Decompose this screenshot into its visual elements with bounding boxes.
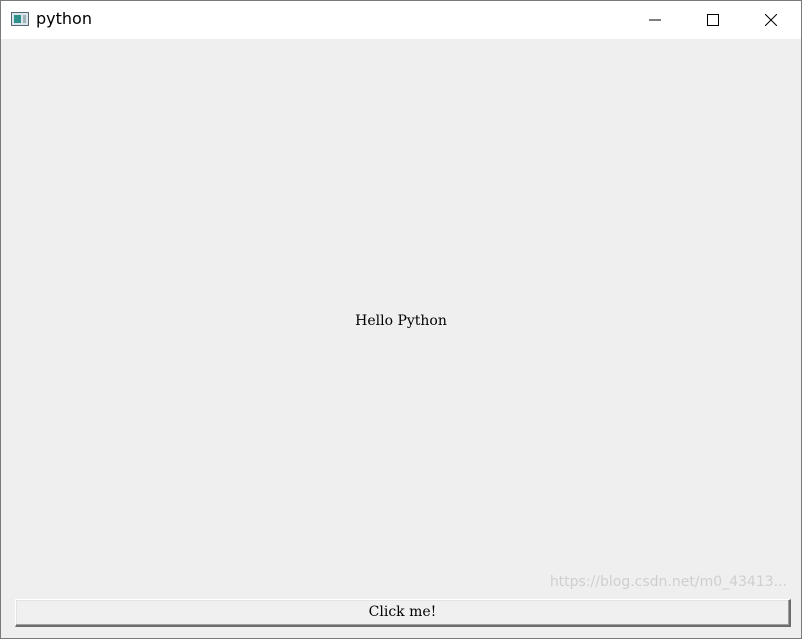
maximize-button[interactable]	[684, 1, 742, 39]
app-window: python Hello Python Click me! https://bl…	[0, 0, 802, 639]
maximize-icon	[707, 14, 719, 26]
title-bar[interactable]: python	[1, 1, 801, 39]
minimize-button[interactable]	[626, 1, 684, 39]
close-button[interactable]	[742, 1, 800, 39]
client-area: Hello Python Click me!	[2, 39, 800, 638]
close-icon	[765, 14, 777, 26]
minimize-icon	[649, 14, 661, 26]
click-me-button[interactable]: Click me!	[15, 599, 791, 627]
app-icon-side	[23, 15, 26, 23]
python-app-icon[interactable]	[11, 12, 29, 26]
app-icon-panel	[14, 15, 21, 23]
hello-label: Hello Python	[355, 313, 447, 329]
window-title: python	[36, 9, 92, 28]
